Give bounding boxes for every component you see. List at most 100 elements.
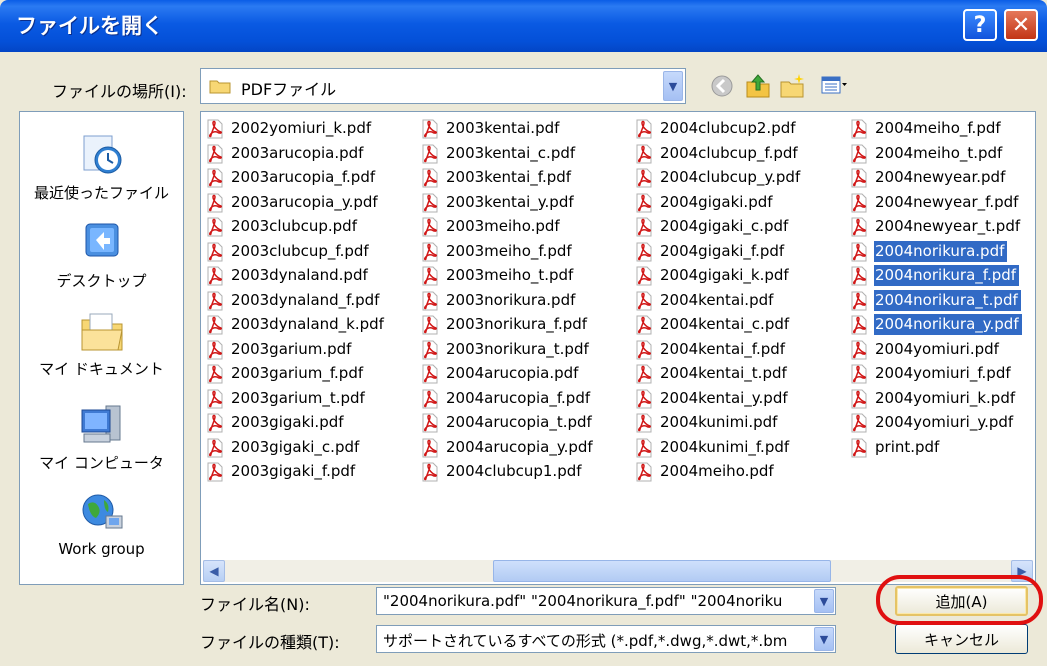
- pdf-file-icon: [422, 144, 438, 163]
- pdf-file-icon: [636, 462, 652, 482]
- place-label: マイ コンピュータ: [39, 454, 164, 472]
- pdf-file-icon: [636, 315, 652, 335]
- file-name: 2004clubcup_f.pdf: [660, 143, 798, 162]
- add-button[interactable]: 追加(A): [895, 586, 1028, 616]
- pdf-file-icon: [207, 340, 223, 359]
- close-icon: ✕: [1011, 12, 1031, 38]
- views-menu-icon[interactable]: [820, 72, 848, 100]
- scroll-left-icon[interactable]: ◀: [203, 560, 225, 582]
- file-name: 2003arucopia.pdf: [231, 143, 364, 162]
- filetype-value: サポートされているすべての形式 (*.pdf,*.dwg,*.dwt,*.bm: [383, 632, 788, 650]
- cancel-button-label: キャンセル: [923, 630, 999, 649]
- file-name: 2004meiho_f.pdf: [875, 119, 1001, 137]
- chevron-down-icon[interactable]: ▼: [814, 627, 834, 651]
- pdf-file-icon: [636, 119, 652, 139]
- file-list[interactable]: 2002yomiuri_k.pdf 2003arucopia.pdf 2003aru…: [200, 111, 1036, 585]
- title-bar[interactable]: ファイルを開く ? ✕: [0, 0, 1047, 52]
- file-name: 2003kentai_c.pdf: [446, 143, 576, 162]
- pdf-file-icon: [851, 144, 867, 163]
- back-icon[interactable]: [708, 72, 736, 100]
- pdf-file-icon: [851, 266, 867, 286]
- add-button-label: 追加(A): [935, 592, 988, 611]
- pdf-file-icon: [422, 413, 438, 433]
- pdf-file-icon: [207, 242, 223, 261]
- new-folder-icon[interactable]: [778, 72, 806, 100]
- scroll-right-icon[interactable]: ▶: [1011, 560, 1033, 582]
- file-name: 2004yomiuri_y.pdf: [875, 413, 1014, 431]
- file-name: 2003kentai_y.pdf: [446, 192, 574, 211]
- pdf-file-icon: [207, 291, 223, 310]
- pdf-file-icon: [636, 364, 652, 384]
- chevron-down-icon[interactable]: ▼: [814, 589, 834, 613]
- pdf-file-icon: [636, 389, 652, 408]
- file-name: 2003kentai_f.pdf: [446, 168, 572, 186]
- pdf-file-icon: [636, 144, 652, 163]
- pdf-file-icon: [422, 438, 438, 457]
- pdf-file-icon: [422, 315, 438, 335]
- pdf-file-icon: [207, 144, 223, 163]
- file-name: 2003dynaland_f.pdf: [231, 290, 380, 309]
- horizontal-scrollbar[interactable]: ◀ ▶: [203, 560, 1033, 582]
- file-name: 2003kentai.pdf: [446, 119, 560, 137]
- place-my-computer[interactable]: マイ コンピュータ: [20, 402, 183, 473]
- file-name: 2004clubcup_y.pdf: [660, 168, 801, 186]
- file-name: 2004kentai_c.pdf: [660, 315, 790, 333]
- file-name: 2003norikura_f.pdf: [446, 315, 588, 333]
- close-button[interactable]: ✕: [1004, 9, 1038, 41]
- file-name: 2004norikura_t.pdf: [874, 289, 1021, 311]
- pdf-file-icon: [851, 340, 867, 359]
- filetype-label: ファイルの種類(T):: [200, 633, 340, 652]
- file-name: 2004gigaki.pdf: [660, 192, 773, 211]
- cancel-button[interactable]: キャンセル: [895, 624, 1028, 654]
- place-label: Work group: [58, 540, 145, 558]
- file-name: 2004arucopia_f.pdf: [446, 388, 591, 407]
- pdf-file-icon: [851, 315, 867, 335]
- up-folder-icon[interactable]: [744, 72, 772, 100]
- file-name: 2004yomiuri_k.pdf: [875, 388, 1016, 407]
- pdf-file-icon: [851, 438, 867, 457]
- file-name: 2003arucopia_y.pdf: [231, 192, 378, 211]
- pdf-file-icon: [422, 242, 438, 261]
- pdf-file-icon: [207, 168, 223, 188]
- lookin-combo[interactable]: PDFファイル ▼: [200, 68, 686, 104]
- place-recent[interactable]: 最近使ったファイル: [20, 132, 183, 203]
- file-name: 2004kentai_t.pdf: [660, 364, 787, 382]
- file-name: 2003dynaland.pdf: [231, 266, 368, 284]
- file-name: 2004norikura.pdf: [874, 240, 1008, 262]
- file-name: 2004gigaki_c.pdf: [660, 217, 789, 235]
- pdf-file-icon: [422, 462, 438, 482]
- pdf-file-icon: [851, 193, 867, 212]
- place-workgroup[interactable]: Work group: [20, 490, 183, 558]
- file-name: 2003gigaki.pdf: [231, 413, 344, 431]
- file-name: 2004arucopia.pdf: [446, 364, 579, 382]
- pdf-file-icon: [636, 193, 652, 212]
- file-name: 2003gigaki_f.pdf: [231, 462, 356, 480]
- place-my-documents[interactable]: マイ ドキュメント: [20, 308, 183, 379]
- open-file-dialog: ファイルを開く ? ✕ ファイルの場所(I): PDFファイル ▼ 最近使ったフ…: [0, 0, 1047, 666]
- filename-field[interactable]: "2004norikura.pdf" "2004norikura_f.pdf" …: [376, 587, 836, 615]
- my-computer-icon: [81, 405, 120, 443]
- pdf-file-icon: [207, 413, 223, 433]
- pdf-file-icon: [207, 389, 223, 408]
- file-name: 2004yomiuri.pdf: [875, 339, 999, 358]
- help-button[interactable]: ?: [963, 9, 997, 41]
- file-name: 2004newyear_t.pdf: [875, 217, 1021, 235]
- pdf-file-icon: [636, 413, 652, 433]
- file-name: 2004clubcup2.pdf: [660, 119, 796, 137]
- pdf-file-icon: [422, 389, 438, 408]
- file-name: 2003gigaki_c.pdf: [231, 437, 360, 456]
- place-desktop[interactable]: デスクトップ: [20, 220, 183, 291]
- chevron-down-icon[interactable]: ▼: [663, 71, 683, 101]
- filetype-select[interactable]: サポートされているすべての形式 (*.pdf,*.dwg,*.dwt,*.bm …: [376, 625, 836, 653]
- scrollbar-thumb[interactable]: [493, 560, 831, 582]
- file-name: 2003norikura_t.pdf: [446, 339, 589, 358]
- pdf-file-icon: [851, 168, 867, 188]
- file-name: 2003garium_t.pdf: [231, 388, 365, 407]
- pdf-file-icon: [207, 266, 223, 286]
- pdf-file-icon: [422, 340, 438, 359]
- pdf-file-icon: [422, 291, 438, 310]
- place-label: デスクトップ: [56, 272, 147, 290]
- file-name: 2003clubcup.pdf: [231, 217, 357, 235]
- place-label: マイ ドキュメント: [39, 360, 164, 378]
- pdf-file-icon: [636, 340, 652, 359]
